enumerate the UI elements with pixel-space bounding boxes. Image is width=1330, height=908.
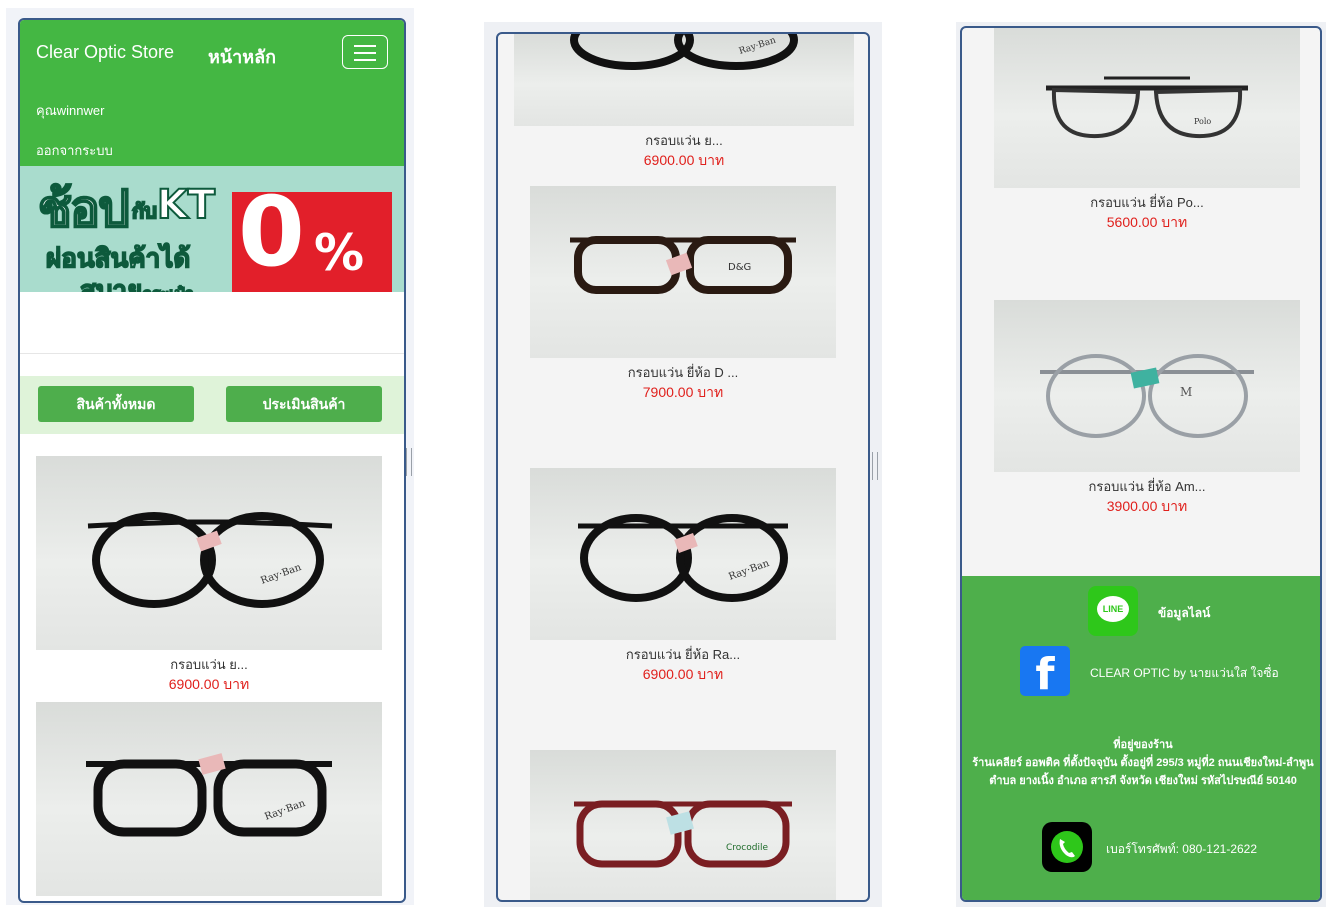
product-card[interactable]: D&G กรอบแว่น ยี่ห้อ D ... 7900.00 บาท bbox=[530, 186, 836, 400]
product-card[interactable]: Ray·Ban bbox=[36, 702, 382, 901]
category-bar: สินค้าทั้งหมด ประเมินสินค้า bbox=[20, 376, 404, 434]
product-card[interactable]: M กรอบแว่น ยี่ห้อ Am... 3900.00 บาท bbox=[994, 300, 1300, 516]
address-text: ร้านเคลียร์ ออพติค ที่ตั้งปัจจุบัน ตั้งอ… bbox=[972, 757, 1314, 787]
product-card[interactable]: Ray·Ban กรอบแว่น ยี่ห้อ Ra... 6900.00 บา… bbox=[530, 468, 836, 682]
product-image[interactable]: Ray·Ban bbox=[530, 468, 836, 640]
product-image[interactable]: Crocodile bbox=[530, 750, 836, 900]
product-price: 6900.00 บาท bbox=[642, 666, 724, 682]
product-image[interactable]: Polo bbox=[994, 28, 1300, 188]
product-image[interactable]: Ray·Ban bbox=[36, 702, 382, 896]
product-name[interactable]: กรอบแว่น ย... bbox=[514, 130, 854, 151]
product-name[interactable]: กรอบแว่น ยี่ห้อ D ... bbox=[530, 362, 836, 383]
dg-glasses-image: D&G bbox=[570, 236, 796, 294]
resize-handle[interactable] bbox=[406, 448, 412, 476]
banner-percent-text: % bbox=[314, 224, 365, 282]
product-image[interactable]: D&G bbox=[530, 186, 836, 358]
product-price: 3900.00 บาท bbox=[1106, 498, 1188, 514]
product-name[interactable]: กรอบแว่น ยี่ห้อ Po... bbox=[994, 192, 1300, 213]
product-price: 7900.00 บาท bbox=[642, 384, 724, 400]
phone-frame: Polo กรอบแว่น ยี่ห้อ Po... 5600.00 บาท M… bbox=[960, 26, 1322, 902]
facebook-page-link[interactable]: CLEAR OPTIC by นายแว่นใส ใจซื่อ bbox=[1090, 664, 1279, 683]
product-card[interactable]: Ray·Ban กรอบแว่น ย... 6900.00 บาท bbox=[36, 456, 382, 696]
phone-number-text[interactable]: เบอร์โทรศัพท์: 080-121-2622 bbox=[1106, 840, 1257, 859]
rayban-glasses-image: Ray·Ban bbox=[578, 514, 788, 602]
svg-text:D&G: D&G bbox=[728, 262, 751, 273]
banner-easy-text: สบายกระเป๋า bbox=[79, 270, 194, 292]
metal-glasses-image: M bbox=[1040, 354, 1254, 438]
promo-banner[interactable]: ช้อป กับKT ผ่อนสินค้าได้ สบายกระเป๋า 0 % bbox=[20, 166, 404, 292]
product-price: 6900.00 บาท bbox=[168, 676, 250, 692]
round-glasses-image: Ray·Ban bbox=[87, 512, 333, 608]
product-card[interactable]: Polo กรอบแว่น ยี่ห้อ Po... 5600.00 บาท bbox=[994, 28, 1300, 234]
svg-text:Polo: Polo bbox=[1194, 117, 1211, 126]
product-image[interactable]: Ray·Ban bbox=[514, 34, 854, 126]
product-image[interactable]: M bbox=[994, 300, 1300, 472]
product-name[interactable]: กรอบแว่น ยี่ห้อ Ra... bbox=[530, 644, 836, 665]
product-name[interactable]: กรอบแว่น ยี่ห้อ Am... bbox=[994, 476, 1300, 497]
line-icon[interactable]: LINE bbox=[1088, 586, 1138, 636]
banner-kt-brand: KT bbox=[156, 181, 216, 229]
banner-with-text: กับ bbox=[131, 198, 158, 224]
line-badge-text: LINE bbox=[1097, 596, 1129, 622]
facebook-icon[interactable]: f bbox=[1020, 646, 1070, 700]
screen-home-top: Clear Optic Store หน้าหลัก คุณwinnwer ออ… bbox=[6, 8, 414, 905]
hamburger-menu-icon[interactable] bbox=[342, 35, 388, 69]
phone-frame: Ray·Ban กรอบแว่น ย... 6900.00 บาท D&G กร… bbox=[496, 32, 870, 902]
svg-text:Crocodile: Crocodile bbox=[726, 843, 768, 853]
banner-zero-text: 0 bbox=[238, 176, 305, 288]
all-products-button[interactable]: สินค้าทั้งหมด bbox=[38, 386, 194, 422]
svg-text:Ray·Ban: Ray·Ban bbox=[738, 36, 777, 57]
banner-easy-word: สบาย bbox=[79, 275, 143, 292]
product-card[interactable]: Crocodile bbox=[530, 750, 836, 900]
brand-link[interactable]: Clear Optic Store bbox=[36, 42, 174, 63]
banner-wallet-word: กระเป๋า bbox=[141, 283, 194, 292]
banner-kt-text: กับKT bbox=[131, 181, 216, 229]
phone-glyph bbox=[1051, 831, 1083, 863]
navbar: Clear Optic Store หน้าหลัก คุณwinnwer ออ… bbox=[20, 20, 404, 166]
home-link[interactable]: หน้าหลัก bbox=[208, 42, 276, 71]
user-name-link[interactable]: คุณwinnwer bbox=[36, 100, 104, 121]
svg-text:Ray·Ban: Ray·Ban bbox=[263, 798, 307, 823]
cropped-glasses-image: Ray·Ban bbox=[570, 34, 798, 70]
banner-spacer bbox=[20, 292, 404, 354]
review-products-button[interactable]: ประเมินสินค้า bbox=[226, 386, 382, 422]
svg-text:Ray·Ban: Ray·Ban bbox=[727, 558, 771, 583]
aviator-glasses-image: Polo bbox=[1046, 76, 1248, 139]
product-price: 5600.00 บาท bbox=[1106, 214, 1188, 230]
square-glasses-image: Ray·Ban bbox=[86, 753, 332, 837]
screen-product-list-middle: Ray·Ban กรอบแว่น ย... 6900.00 บาท D&G กร… bbox=[484, 22, 882, 907]
product-name[interactable]: กรอบแว่น ย... bbox=[36, 654, 382, 675]
phone-icon[interactable] bbox=[1042, 822, 1092, 872]
phone-frame: Clear Optic Store หน้าหลัก คุณwinnwer ออ… bbox=[18, 18, 406, 903]
product-image[interactable]: Ray·Ban bbox=[36, 456, 382, 650]
logout-link[interactable]: ออกจากระบบ bbox=[36, 140, 113, 161]
red-glasses-image: Crocodile bbox=[574, 800, 792, 868]
screen-product-list-bottom: Polo กรอบแว่น ยี่ห้อ Po... 5600.00 บาท M… bbox=[956, 22, 1326, 907]
line-info-link[interactable]: ข้อมูลไลน์ bbox=[1158, 604, 1210, 623]
resize-handle[interactable] bbox=[872, 452, 878, 480]
product-price: 6900.00 บาท bbox=[643, 152, 725, 168]
footer: LINE ข้อมูลไลน์ f CLEAR OPTIC by นายแว่น… bbox=[962, 576, 1320, 900]
svg-text:Ray·Ban: Ray·Ban bbox=[259, 562, 303, 587]
product-card[interactable]: Ray·Ban กรอบแว่น ย... 6900.00 บาท bbox=[514, 34, 854, 174]
svg-text:M: M bbox=[1180, 385, 1192, 399]
address-title: ที่อยู่ของร้าน bbox=[1113, 739, 1173, 751]
